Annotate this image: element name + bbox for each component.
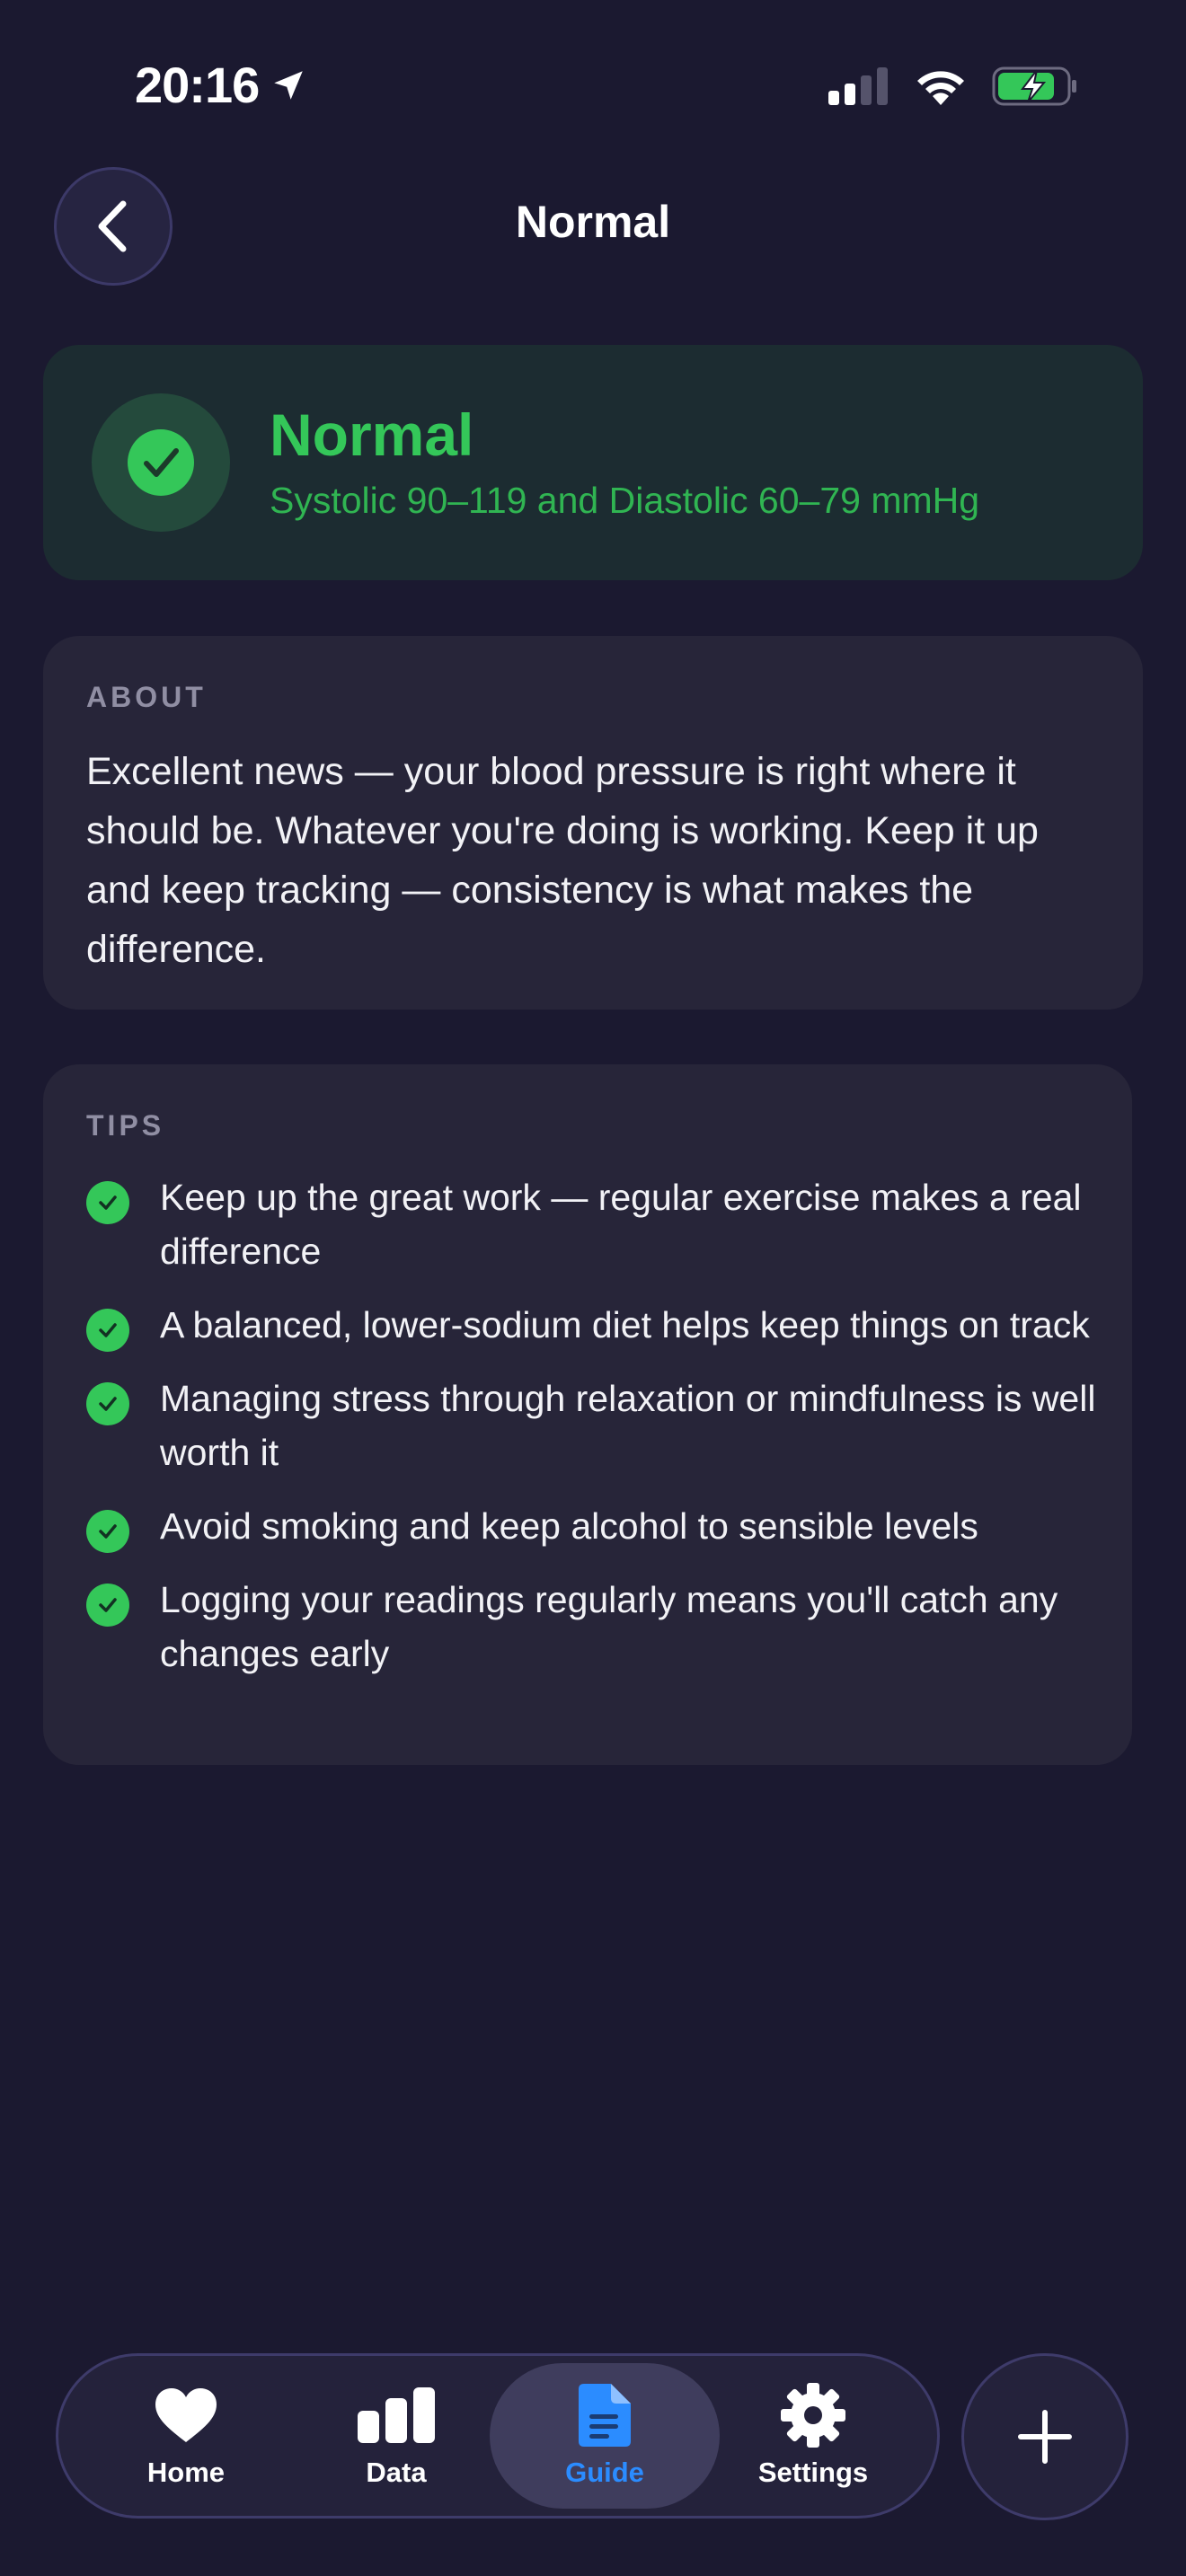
tab-bar: Home Data Guide Settings <box>56 2353 940 2519</box>
category-title: Normal <box>270 401 474 468</box>
status-time: 20:16 <box>135 56 307 114</box>
page-title: Normal <box>515 197 671 247</box>
screen: 20:16 Normal Normal Systolic 90–119 and … <box>0 0 1186 2576</box>
about-text: Excellent news — your blood pressure is … <box>86 750 1039 971</box>
gear-icon <box>781 2383 845 2448</box>
tip-text: Avoid smoking and keep alcohol to sensib… <box>160 1505 978 1547</box>
check-icon <box>86 1382 129 1425</box>
tab-settings-label: Settings <box>757 2457 869 2488</box>
about-card: ABOUT Excellent news — your blood pressu… <box>43 636 1143 1010</box>
document-icon <box>579 2384 631 2447</box>
tab-guide-label: Guide <box>565 2457 644 2488</box>
location-arrow-icon <box>274 70 303 100</box>
category-header-card: Normal Systolic 90–119 and Diastolic 60–… <box>43 345 1143 580</box>
status-indicators <box>827 65 1078 108</box>
tip-text: Logging your readings regularly means yo… <box>160 1579 1058 1674</box>
tip-text: Keep up the great work — regular exercis… <box>160 1177 1082 1272</box>
check-icon <box>86 1309 129 1352</box>
tip-item: Logging your readings regularly means yo… <box>86 1573 1111 1681</box>
tab-settings[interactable]: Settings <box>698 2363 928 2509</box>
category-range: Systolic 90–119 and Diastolic 60–79 mmHg <box>270 480 980 521</box>
tab-home-label: Home <box>146 2457 226 2488</box>
tab-data-label: Data <box>366 2457 427 2488</box>
tip-text: Managing stress through relaxation or mi… <box>160 1378 1096 1473</box>
heart-icon <box>155 2388 217 2442</box>
plus-icon <box>1018 2410 1072 2464</box>
battery-charging-icon <box>992 66 1076 106</box>
tip-item: Keep up the great work — regular exercis… <box>86 1170 1111 1278</box>
bar-chart-icon <box>358 2387 435 2443</box>
tab-data[interactable]: Data <box>281 2363 511 2509</box>
check-icon <box>86 1584 129 1627</box>
checkmark-circle-icon <box>128 429 194 496</box>
tips-label: TIPS <box>86 1109 165 1142</box>
tips-list: Keep up the great work — regular exercis… <box>86 1170 1111 1700</box>
about-label: ABOUT <box>86 681 207 713</box>
add-reading-button[interactable] <box>961 2353 1128 2520</box>
tip-text: A balanced, lower-sodium diet helps keep… <box>160 1304 1090 1345</box>
status-time-text: 20:16 <box>135 57 260 113</box>
tip-item: Avoid smoking and keep alcohol to sensib… <box>86 1499 1111 1553</box>
wifi-icon <box>917 71 964 105</box>
check-icon <box>86 1181 129 1224</box>
tab-home[interactable]: Home <box>71 2363 301 2509</box>
tips-card: TIPS Keep up the great work — regular ex… <box>43 1064 1132 1765</box>
tip-item: Managing stress through relaxation or mi… <box>86 1372 1111 1479</box>
tab-guide[interactable]: Guide <box>490 2363 720 2509</box>
tip-item: A balanced, lower-sodium diet helps keep… <box>86 1298 1111 1352</box>
cellular-signal-icon <box>828 67 888 105</box>
category-badge <box>92 393 230 532</box>
check-icon <box>86 1510 129 1553</box>
